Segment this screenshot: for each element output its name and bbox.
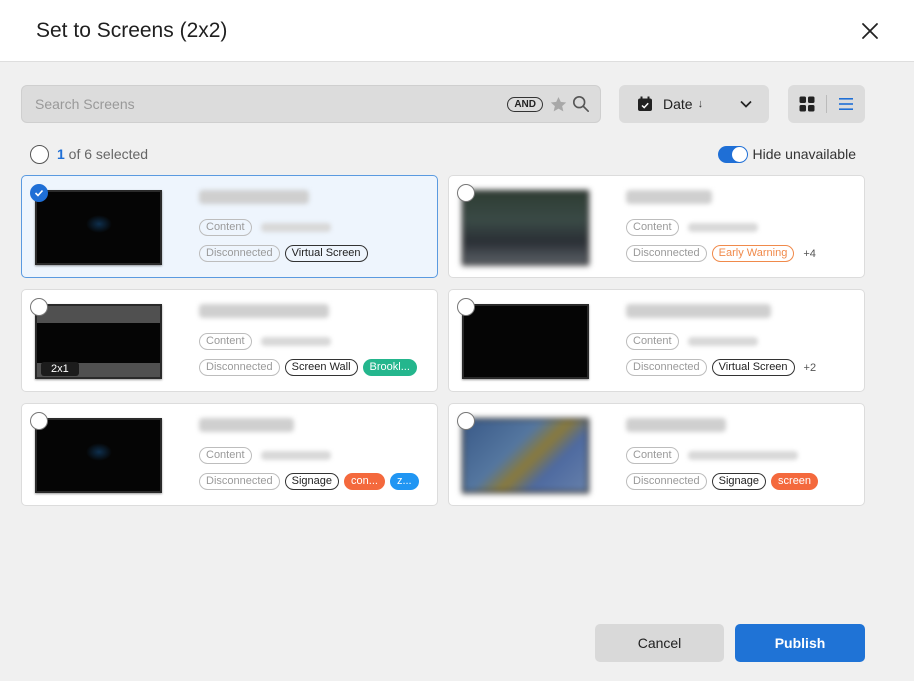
content-tag: Content xyxy=(626,333,679,350)
content-value-redacted xyxy=(687,451,798,460)
status-badge: Disconnected xyxy=(626,473,707,490)
hide-unavailable-control[interactable]: Hide unavailable xyxy=(718,145,856,163)
group-tag: z... xyxy=(389,473,419,490)
status-badge: Disconnected xyxy=(199,473,280,490)
sort-dropdown[interactable]: Date ↓ xyxy=(619,85,769,123)
screen-info: Content Disconnected Signage con... z... xyxy=(199,418,427,499)
type-tag: Virtual Screen xyxy=(284,245,368,262)
card-checkbox[interactable] xyxy=(30,412,48,430)
screen-info: Content Disconnected Virtual Screen xyxy=(199,190,427,271)
content-tag: Content xyxy=(626,219,679,236)
screen-info: Content Disconnected Screen Wall Brookl... xyxy=(199,304,427,385)
cancel-button[interactable]: Cancel xyxy=(595,624,724,662)
card-checkbox[interactable] xyxy=(457,184,475,202)
content-tag: Content xyxy=(199,447,252,464)
search-button[interactable] xyxy=(572,95,590,113)
status-badge: Disconnected xyxy=(626,359,707,376)
search-icon xyxy=(572,95,590,113)
warning-tag: Early Warning xyxy=(711,245,795,262)
screen-card[interactable]: 2x1 Content Disconnected Screen Wall Brook… xyxy=(21,289,438,392)
grid-view-button[interactable] xyxy=(799,96,815,112)
checkmark-icon xyxy=(34,189,44,197)
set-to-screens-dialog: Set to Screens (2x2) AND Date ↓ xyxy=(0,0,914,681)
grid-view-icon xyxy=(799,96,815,112)
screen-card[interactable]: Content Disconnected Virtual Screen +2 xyxy=(448,289,865,392)
close-icon xyxy=(862,22,878,39)
screen-card[interactable]: Content Disconnected Early Warning +4 xyxy=(448,175,865,278)
screen-info: Content Disconnected Virtual Screen +2 xyxy=(626,304,854,385)
card-checkbox[interactable] xyxy=(30,298,48,316)
close-button[interactable] xyxy=(858,19,882,43)
search-input[interactable] xyxy=(35,96,508,112)
search-bar: AND xyxy=(21,85,601,123)
screen-thumbnail xyxy=(462,304,589,379)
status-badge: Disconnected xyxy=(199,245,280,262)
screen-thumbnail xyxy=(35,190,162,265)
content-value-redacted xyxy=(260,223,331,232)
type-tag: Signage xyxy=(284,473,340,490)
card-checkbox[interactable] xyxy=(457,298,475,316)
content-value-redacted xyxy=(687,337,758,346)
hide-unavailable-label: Hide unavailable xyxy=(752,146,856,162)
content-value-redacted xyxy=(687,223,758,232)
view-divider xyxy=(825,95,827,113)
more-tags-count[interactable]: +4 xyxy=(803,248,816,260)
screen-name-redacted xyxy=(199,304,329,318)
view-mode-toggle xyxy=(788,85,865,123)
card-checkbox[interactable] xyxy=(30,184,48,202)
selection-row: 1 of 6 selected Hide unavailable xyxy=(30,143,856,165)
content-tag: Content xyxy=(199,219,252,236)
screen-name-redacted xyxy=(626,304,771,318)
screen-thumbnail: 2x1 xyxy=(35,304,162,379)
screen-card[interactable]: Content Disconnected Signage con... z... xyxy=(21,403,438,506)
screen-card[interactable]: Content Disconnected Virtual Screen xyxy=(21,175,438,278)
sort-direction-indicator: ↓ xyxy=(697,98,704,110)
dialog-title: Set to Screens (2x2) xyxy=(36,18,228,42)
screen-grid: Content Disconnected Virtual Screen Conte… xyxy=(21,175,865,506)
publish-button[interactable]: Publish xyxy=(735,624,865,662)
screen-name-redacted xyxy=(626,190,712,204)
list-view-icon xyxy=(838,98,853,110)
status-badge: Disconnected xyxy=(199,359,280,376)
screen-info: Content Disconnected Early Warning +4 xyxy=(626,190,854,271)
wall-size-badge: 2x1 xyxy=(41,362,79,376)
screen-name-redacted xyxy=(199,190,309,204)
screen-card[interactable]: Content Disconnected Signage screen xyxy=(448,403,865,506)
select-all[interactable]: 1 of 6 selected xyxy=(30,144,148,164)
screen-name-redacted xyxy=(626,418,726,432)
star-icon xyxy=(550,96,567,111)
chevron-down-icon xyxy=(740,100,752,108)
content-value-redacted xyxy=(260,337,331,346)
type-tag: Screen Wall xyxy=(284,359,358,376)
screen-thumbnail xyxy=(35,418,162,493)
selected-count: 1 xyxy=(57,146,65,162)
card-checkbox[interactable] xyxy=(457,412,475,430)
dialog-header: Set to Screens (2x2) xyxy=(0,0,914,62)
sort-label: Date xyxy=(663,96,693,112)
dialog-footer: Cancel Publish xyxy=(595,624,865,662)
list-view-button[interactable] xyxy=(838,97,854,111)
group-tag: screen xyxy=(771,473,819,490)
favorite-star-button[interactable] xyxy=(549,95,568,114)
content-tag: Content xyxy=(626,447,679,464)
location-tag: Brookl... xyxy=(362,359,417,376)
selection-total: of 6 selected xyxy=(64,146,149,162)
group-tag: con... xyxy=(344,473,385,490)
more-tags-count[interactable]: +2 xyxy=(804,362,817,374)
status-badge: Disconnected xyxy=(626,245,707,262)
toolbar: AND Date ↓ xyxy=(21,85,865,123)
screen-thumbnail xyxy=(462,190,589,265)
content-value-redacted xyxy=(260,451,331,460)
selection-count-text: 1 of 6 selected xyxy=(57,146,148,162)
screen-name-redacted xyxy=(199,418,294,432)
content-tag: Content xyxy=(199,333,252,350)
type-tag: Signage xyxy=(711,473,767,490)
type-tag: Virtual Screen xyxy=(711,359,795,376)
select-all-radio[interactable] xyxy=(30,144,49,164)
calendar-check-icon xyxy=(638,96,652,111)
hide-unavailable-toggle[interactable] xyxy=(718,145,749,163)
screen-info: Content Disconnected Signage screen xyxy=(626,418,854,499)
and-operator-toggle[interactable]: AND xyxy=(507,96,543,112)
screen-thumbnail xyxy=(462,418,589,493)
